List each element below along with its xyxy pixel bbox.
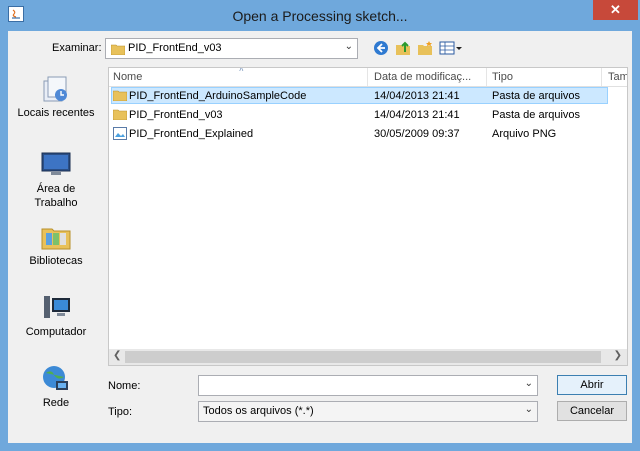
- file-name: PID_FrontEnd_v03: [129, 109, 223, 121]
- column-divider[interactable]: [486, 68, 487, 86]
- place-label: Bibliotecas: [29, 255, 83, 267]
- place-label: Computador: [25, 326, 87, 338]
- folder-icon: [112, 89, 128, 102]
- cancel-button[interactable]: Cancelar: [557, 401, 627, 421]
- computer-icon: [40, 292, 72, 324]
- filetype-value: Todos os arquivos (*.*): [203, 405, 314, 417]
- folder-icon: [112, 108, 128, 121]
- col-size[interactable]: Tam: [608, 71, 627, 83]
- libraries-icon: [40, 221, 72, 253]
- table-row[interactable]: PID_FrontEnd_v03 14/04/2013 21:41 Pasta …: [109, 106, 627, 124]
- view-menu-icon[interactable]: [439, 40, 465, 58]
- lookin-combo[interactable]: PID_FrontEnd_v03 ⌄: [105, 38, 358, 59]
- scroll-right-icon[interactable]: ❯: [614, 350, 622, 361]
- folder-icon: [110, 43, 126, 56]
- file-name: PID_FrontEnd_Explained: [129, 128, 254, 140]
- close-button[interactable]: ✕: [593, 0, 638, 20]
- dialog-body: Examinar: PID_FrontEnd_v03 ⌄ Locais rece…: [8, 31, 632, 443]
- file-name: PID_FrontEnd_ArduinoSampleCode: [129, 90, 307, 102]
- new-folder-icon[interactable]: [417, 40, 435, 58]
- filetype-label: Tipo:: [108, 406, 133, 418]
- filetype-select[interactable]: Todos os arquivos (*.*) ⌄: [198, 401, 538, 422]
- recent-places-icon: [40, 73, 72, 105]
- column-divider[interactable]: [601, 68, 602, 86]
- chevron-down-icon[interactable]: ⌄: [525, 404, 533, 415]
- window-title: Open a Processing sketch...: [232, 8, 408, 24]
- col-name[interactable]: Nome: [113, 71, 142, 83]
- title-bar[interactable]: Open a Processing sketch... ✕: [0, 0, 640, 32]
- lookin-label: Examinar:: [52, 42, 102, 54]
- filename-label: Nome:: [108, 380, 141, 392]
- file-type: Pasta de arquivos: [492, 90, 581, 102]
- filename-input[interactable]: ⌄: [198, 375, 538, 396]
- places-bar: Locais recentes Área de Trabalho Bibliot…: [10, 68, 102, 440]
- file-date: 14/04/2013 21:41: [374, 109, 460, 121]
- place-network[interactable]: Rede: [10, 363, 102, 409]
- col-type[interactable]: Tipo: [492, 71, 513, 83]
- place-computer[interactable]: Computador: [10, 292, 102, 338]
- scroll-left-icon[interactable]: ❮: [113, 350, 121, 361]
- col-date[interactable]: Data de modificaç...: [374, 71, 471, 83]
- file-list[interactable]: Nome ˄ Data de modificaç... Tipo Tam PID…: [108, 67, 628, 366]
- chevron-down-icon[interactable]: ⌄: [525, 378, 533, 389]
- file-date: 14/04/2013 21:41: [374, 90, 460, 102]
- table-row[interactable]: PID_FrontEnd_Explained 30/05/2009 09:37 …: [109, 125, 627, 143]
- desktop-icon: [40, 148, 72, 180]
- place-libraries[interactable]: Bibliotecas: [10, 221, 102, 267]
- file-type: Pasta de arquivos: [492, 109, 581, 121]
- network-icon: [40, 363, 72, 395]
- sort-ascending-icon: ˄: [239, 67, 244, 74]
- column-header: Nome ˄ Data de modificaç... Tipo Tam: [109, 67, 627, 87]
- scrollbar-thumb[interactable]: [125, 351, 601, 363]
- place-recent[interactable]: Locais recentes: [10, 73, 102, 119]
- file-date: 30/05/2009 09:37: [374, 128, 460, 140]
- back-icon[interactable]: [373, 40, 391, 58]
- horizontal-scrollbar[interactable]: ❮ ❯: [109, 349, 627, 365]
- image-file-icon: [113, 127, 127, 140]
- dialog-window: Open a Processing sketch... ✕ Examinar: …: [0, 0, 640, 451]
- open-button[interactable]: Abrir: [557, 375, 627, 395]
- column-divider[interactable]: [367, 68, 368, 86]
- chevron-down-icon[interactable]: ⌄: [345, 41, 353, 52]
- lookin-value: PID_FrontEnd_v03: [128, 42, 222, 54]
- place-label: Área de Trabalho: [34, 183, 78, 209]
- place-desktop[interactable]: Área de Trabalho: [10, 148, 102, 210]
- place-label: Rede: [42, 397, 70, 409]
- up-folder-icon[interactable]: [395, 40, 413, 58]
- place-label: Locais recentes: [17, 107, 95, 119]
- file-type: Arquivo PNG: [492, 128, 557, 140]
- table-row[interactable]: PID_FrontEnd_ArduinoSampleCode 14/04/201…: [109, 87, 627, 105]
